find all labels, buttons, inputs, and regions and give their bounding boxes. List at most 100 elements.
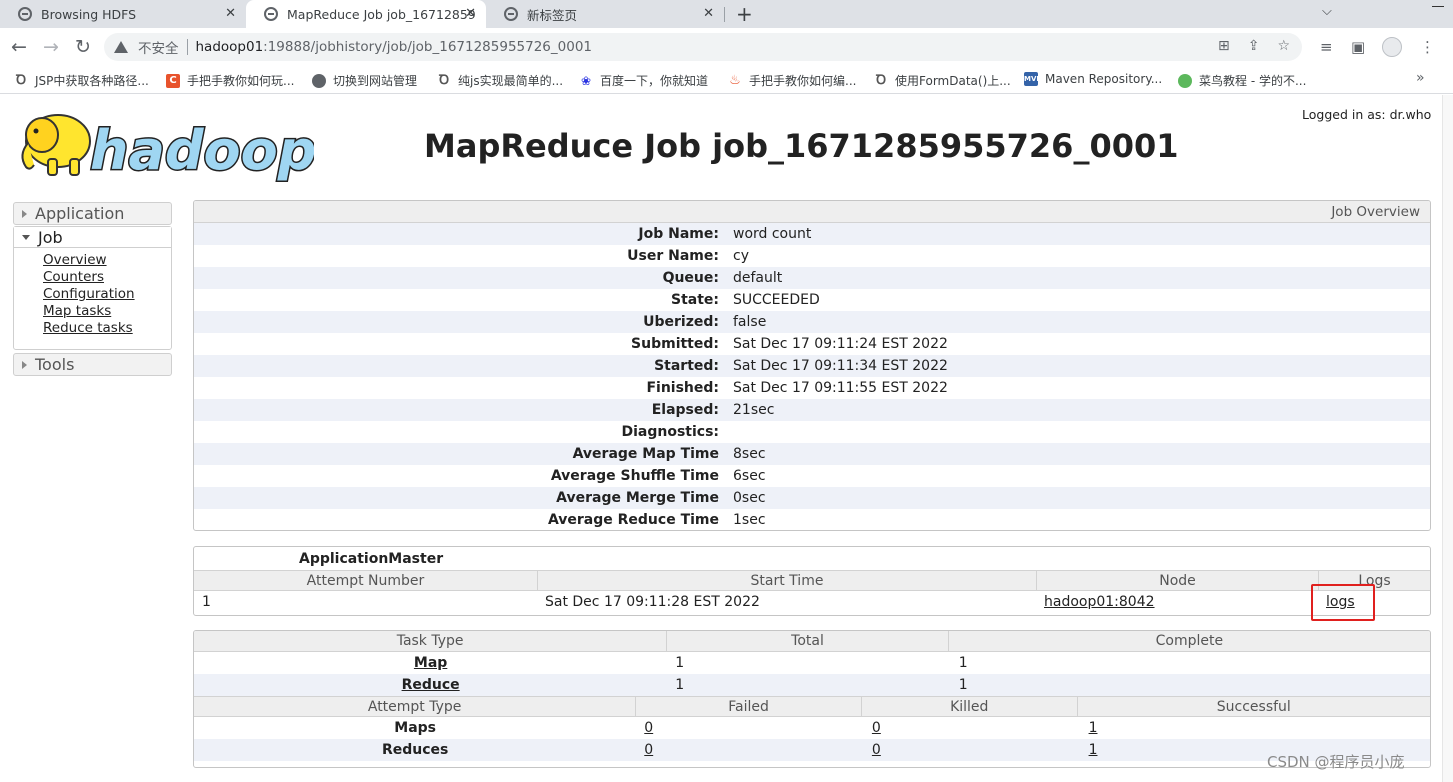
tab-mapreduce-job[interactable]: MapReduce Job job_16712859 ✕ <box>246 0 486 28</box>
column-header: Complete <box>1155 633 1224 649</box>
page-title: MapReduce Job job_1671285955726_0001 <box>424 127 1179 165</box>
side-panel-icon[interactable]: ▣ <box>1351 38 1365 56</box>
sidebar-item-job[interactable]: Job <box>14 227 171 248</box>
chevron-right-icon <box>22 209 27 218</box>
bookmark-item[interactable]: C 手把手教你如何玩... <box>166 72 294 89</box>
successful-reduces-link[interactable]: 1 <box>1089 742 1098 758</box>
new-tab-icon[interactable]: + <box>736 2 753 26</box>
sidebar-item-application[interactable]: Application <box>13 202 172 225</box>
url-host: hadoop01 <box>195 39 264 55</box>
bookmark-icon: Ꝺ <box>875 72 887 88</box>
hadoop-logo[interactable]: hadoop <box>14 105 314 183</box>
overview-row: Average Map Time 8sec <box>194 443 1430 465</box>
omnibox-actions: ⊞ ⇪ ☆ <box>1218 38 1290 54</box>
elephant-icon <box>21 114 91 176</box>
link-reduce-tasks[interactable]: Reduce tasks <box>43 320 171 337</box>
successful-maps-link[interactable]: 1 <box>1089 720 1098 736</box>
tab-new-tab[interactable]: 新标签页 ✕ <box>486 0 724 28</box>
column-header: Total <box>667 631 949 651</box>
node-link[interactable]: hadoop01:8042 <box>1044 594 1155 610</box>
table-row: Reduces 0 0 1 <box>194 739 1430 761</box>
url-path: :19888/jobhistory/job/job_1671285955726_… <box>263 39 592 55</box>
total-count: 1 <box>675 677 685 693</box>
table-row: Maps 0 0 1 <box>194 717 1430 739</box>
reading-list-icon[interactable]: ≡ <box>1320 38 1333 56</box>
overview-row: Job Name: word count <box>194 223 1430 245</box>
column-header: Task Type <box>194 631 668 651</box>
overview-row: User Name: cy <box>627 248 749 264</box>
task-summary-table: Task Type Total Complete Map 1 1 Reduce … <box>193 630 1431 768</box>
attempt-number: 1 <box>202 594 211 610</box>
tab-separator <box>724 7 725 22</box>
page-scrollbar[interactable] <box>1442 95 1453 782</box>
link-overview[interactable]: Overview <box>43 252 171 269</box>
tab-browsing-hdfs[interactable]: Browsing HDFS ✕ <box>0 0 246 28</box>
column-header[interactable]: Node <box>1037 571 1319 590</box>
application-master-table: ApplicationMaster Attempt Number Start T… <box>193 546 1431 616</box>
translate-icon[interactable]: ⊞ <box>1218 38 1230 54</box>
bookmark-item[interactable]: Ꝺ JSP中获取各种路径... <box>14 72 149 89</box>
globe-icon <box>312 73 326 88</box>
column-header: Killed <box>862 697 1078 716</box>
csdn-icon: C <box>166 73 180 88</box>
overview-row: Average Reduce Time 1sec <box>547 512 766 528</box>
overview-row: Average Merge Time 0sec <box>194 487 1430 509</box>
bookmark-item[interactable]: Ꝺ 使用FormData()上... <box>874 72 1011 89</box>
attempt-type: Reduces <box>381 742 449 758</box>
sidebar-section-job: Job Overview Counters Configuration Map … <box>13 226 172 350</box>
divider <box>186 39 188 55</box>
table-title: ApplicationMaster <box>299 551 444 567</box>
security-label[interactable]: 不安全 <box>138 37 179 57</box>
bookmark-item[interactable]: MVN Maven Repository... <box>1024 72 1162 86</box>
link-configuration[interactable]: Configuration <box>43 286 171 303</box>
browser-toolbar: ← → ↻ 不安全 hadoop01 :19888/jobhistory/job… <box>0 28 1453 66</box>
bookmark-item[interactable]: ❀ 百度一下，你就知道 <box>579 72 708 89</box>
back-icon[interactable]: ← <box>11 36 27 58</box>
tab-title: MapReduce Job job_16712859 <box>287 6 476 22</box>
sidebar-item-tools[interactable]: Tools <box>13 353 172 376</box>
warning-icon <box>114 41 128 53</box>
minimize-icon[interactable] <box>1422 0 1452 28</box>
runoob-icon <box>1178 73 1192 88</box>
link-counters[interactable]: Counters <box>43 269 171 286</box>
forward-icon[interactable]: → <box>43 36 59 58</box>
failed-reduces-link[interactable]: 0 <box>644 742 653 758</box>
menu-icon[interactable]: ⋮ <box>1420 38 1435 56</box>
failed-maps-link[interactable]: 0 <box>644 720 653 736</box>
table-header: Attempt Number Start Time Node Logs <box>194 570 1430 591</box>
chevron-double-right-icon[interactable]: » <box>1416 70 1425 86</box>
globe-icon <box>264 7 278 21</box>
close-icon[interactable]: ✕ <box>703 6 714 21</box>
chevron-down-icon[interactable]: ⌵ <box>1322 4 1332 19</box>
close-icon[interactable]: ✕ <box>465 6 476 21</box>
overview-row: Finished: Sat Dec 17 09:11:55 EST 2022 <box>646 380 948 396</box>
map-tasks-link[interactable]: Map <box>414 655 447 671</box>
overview-row: Queue: default <box>194 267 1430 289</box>
share-icon[interactable]: ⇪ <box>1248 38 1260 54</box>
overview-row: Elapsed: 21sec <box>194 399 1430 421</box>
address-bar[interactable]: 不安全 hadoop01 :19888/jobhistory/job/job_1… <box>104 33 1302 61</box>
tab-title: 新标签页 <box>527 7 578 23</box>
column-header[interactable]: Attempt Number <box>194 571 538 590</box>
bookmark-item[interactable]: 菜鸟教程 - 学的不... <box>1178 72 1306 89</box>
profile-avatar-icon[interactable] <box>1382 37 1402 57</box>
bookmark-item[interactable]: ♨ 手把手教你如何编... <box>728 72 856 89</box>
bookmark-icon: Ꝺ <box>438 72 450 88</box>
chevron-down-icon <box>22 234 30 240</box>
reduce-tasks-link[interactable]: Reduce <box>402 677 460 693</box>
job-overview-panel: Job Overview Job Name: word count User Na… <box>193 200 1431 531</box>
page-content: hadoop Logged in as: dr.who MapReduce Jo… <box>0 95 1442 782</box>
maven-icon: MVN <box>1024 72 1042 86</box>
bookmark-item[interactable]: Ꝺ 纯js实现最简单的... <box>437 72 563 89</box>
star-icon[interactable]: ☆ <box>1277 38 1290 54</box>
bookmark-item[interactable]: 切换到网站管理 <box>312 72 417 89</box>
killed-reduces-link[interactable]: 0 <box>872 742 881 758</box>
overview-row: Average Shuffle Time 6sec <box>550 468 766 484</box>
reload-icon[interactable]: ↻ <box>75 36 91 58</box>
link-map-tasks[interactable]: Map tasks <box>43 303 171 320</box>
killed-maps-link[interactable]: 0 <box>872 720 881 736</box>
table-header: Attempt Type Failed Killed Successful <box>194 696 1430 717</box>
globe-icon <box>504 7 518 21</box>
column-header[interactable]: Start Time <box>538 571 1037 590</box>
close-icon[interactable]: ✕ <box>225 6 236 21</box>
